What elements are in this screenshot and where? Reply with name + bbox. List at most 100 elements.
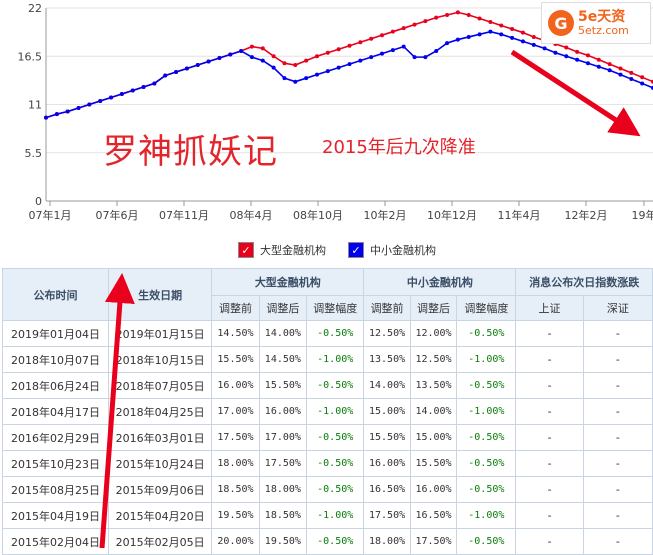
legend-label: 大型金融机构: [260, 244, 326, 257]
cell-effective-date: 2015年09月06日: [108, 476, 213, 503]
rate-table: 公布时间 生效日期 大型金融机构 中小金融机构 消息公布次日指数涨跌 调整前 调整…: [1, 268, 653, 555]
cell-rate: 16.00%: [363, 450, 411, 477]
cell-change: -0.50%: [306, 372, 365, 399]
data-point: [109, 95, 114, 100]
data-point: [477, 16, 482, 21]
legend-item-large[interactable]: ✓ 大型金融机构: [238, 242, 326, 258]
cell-rate: 12.50%: [409, 346, 458, 373]
data-point: [304, 58, 309, 63]
logo-domain: 5etz.com: [578, 24, 629, 37]
col-group-small: 中小金融机构: [363, 268, 517, 296]
cell-change: -1.00%: [456, 502, 517, 529]
table-row: 2015年10月23日 2015年10月24日 18.00% 17.50% -0.50%…: [1, 450, 653, 477]
cell-change: -0.50%: [456, 372, 517, 399]
cell-change: -1.00%: [306, 502, 365, 529]
cell-rate: 15.50%: [363, 424, 411, 451]
cell-index-change: -: [515, 528, 584, 555]
cell-rate: 15.00%: [363, 398, 411, 425]
sub-col-header: 调整后: [258, 295, 308, 321]
checkbox-icon[interactable]: ✓: [238, 242, 254, 258]
table-row: 2016年02月29日 2016年03月01日 17.50% 17.00% -0.50%…: [1, 424, 653, 451]
logo-brand: 5e天资: [578, 9, 626, 25]
table-row: 2015年08月25日 2015年09月06日 18.50% 18.00% -0.50%…: [1, 476, 653, 503]
cell-rate: 19.50%: [211, 502, 260, 529]
y-tick-label: 11: [28, 99, 42, 112]
cell-rate: 16.00%: [409, 476, 458, 503]
data-point: [510, 27, 515, 32]
cell-rate: 17.50%: [409, 528, 458, 555]
data-point: [54, 112, 59, 117]
table-body: 2019年01月04日 2019年01月15日 14.50% 14.00% -0.50%…: [1, 320, 653, 555]
cell-rate: 18.00%: [363, 528, 411, 555]
cell-announce-date: 2015年08月25日: [1, 476, 110, 503]
sub-col-header: 上证: [515, 295, 584, 321]
data-point: [499, 23, 504, 28]
cell-rate: 17.00%: [211, 398, 260, 425]
data-point: [380, 51, 385, 56]
data-point: [271, 65, 276, 70]
cell-effective-date: 2019年01月15日: [108, 320, 213, 347]
col-group-index: 消息公布次日指数涨跌: [515, 268, 653, 296]
data-point: [401, 26, 406, 31]
checkbox-icon[interactable]: ✓: [348, 242, 364, 258]
table-row: 2018年06月24日 2018年07月05日 16.00% 15.50% -0.50%…: [1, 372, 653, 399]
table-row: 2018年10月07日 2018年10月15日 15.50% 14.50% -1.00%…: [1, 346, 653, 373]
cell-change: -0.50%: [456, 320, 517, 347]
data-point: [520, 30, 525, 35]
data-point: [336, 47, 341, 52]
cell-rate: 14.00%: [258, 320, 308, 347]
data-point: [217, 56, 222, 61]
data-point: [585, 61, 590, 66]
cell-change: -0.50%: [306, 476, 365, 503]
data-point: [336, 65, 341, 70]
cell-index-change: -: [515, 320, 584, 347]
cell-effective-date: 2015年10月24日: [108, 450, 213, 477]
cell-rate: 13.50%: [409, 372, 458, 399]
y-tick-label: 5.5: [25, 147, 43, 160]
cell-index-change: -: [515, 450, 584, 477]
y-tick-label: 22: [28, 2, 42, 15]
cell-index-change: -: [582, 476, 653, 503]
col-announce-date: 公布时间: [1, 268, 110, 321]
data-point: [249, 55, 254, 60]
data-point: [488, 20, 493, 25]
cell-change: -0.50%: [456, 476, 517, 503]
cell-rate: 15.00%: [409, 424, 458, 451]
table-row: 2018年04月17日 2018年04月25日 17.00% 16.00% -1.00%…: [1, 398, 653, 425]
data-point: [271, 54, 276, 59]
data-point: [466, 34, 471, 39]
data-point: [358, 58, 363, 63]
cell-index-change: -: [515, 424, 584, 451]
data-point: [607, 62, 612, 67]
data-point: [325, 50, 330, 55]
data-point: [184, 66, 189, 71]
table-row: 2015年02月04日 2015年02月05日 20.00% 19.50% -0.50%…: [1, 528, 653, 555]
legend-item-small[interactable]: ✓ 中小金融机构: [348, 242, 436, 258]
cell-announce-date: 2016年02月29日: [1, 424, 110, 451]
cell-index-change: -: [582, 424, 653, 451]
data-point: [423, 19, 428, 24]
data-point: [163, 73, 168, 78]
data-point: [455, 37, 460, 42]
cell-announce-date: 2015年10月23日: [1, 450, 110, 477]
cell-rate: 20.00%: [211, 528, 260, 555]
x-tick-label: 08年10月: [293, 208, 343, 222]
data-point: [564, 45, 569, 50]
table-row: 2015年04月19日 2015年04月20日 19.50% 18.50% -1.00%…: [1, 502, 653, 529]
rate-chart: 0 5.5 11 16.5 22 07年1月 07年6月 07年11月 08年4月 08年10月 1…: [0, 0, 653, 268]
data-point: [44, 115, 48, 120]
data-point: [119, 91, 124, 96]
data-point: [564, 54, 569, 59]
x-tick-label: 12年2月: [565, 208, 608, 222]
data-point: [206, 59, 211, 64]
data-point: [87, 102, 92, 107]
cell-rate: 12.50%: [363, 320, 411, 347]
data-point: [130, 88, 135, 93]
x-tick-label: 07年11月: [159, 208, 209, 222]
cell-change: -0.50%: [456, 450, 517, 477]
data-point: [282, 76, 287, 81]
cell-change: -1.00%: [456, 346, 517, 373]
cell-rate: 14.00%: [363, 372, 411, 399]
cell-effective-date: 2018年10月15日: [108, 346, 213, 373]
y-tick-label: 0: [35, 195, 42, 208]
